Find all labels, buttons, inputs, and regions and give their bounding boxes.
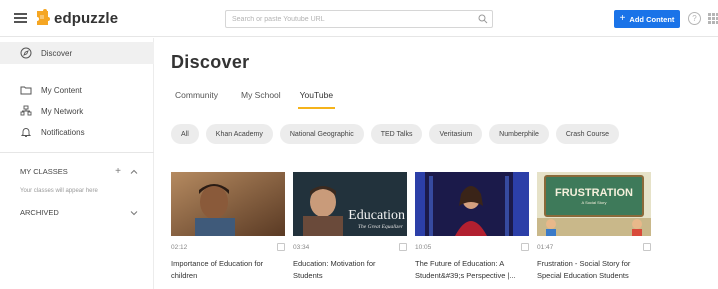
video-card[interactable]: 02:12 Importance of Education for childr… [171, 172, 285, 284]
chip-national-geographic[interactable]: National Geographic [279, 124, 364, 144]
video-duration: 02:12 [171, 243, 188, 251]
chip-numberphile[interactable]: Numberphile [489, 124, 549, 144]
top-bar: edpuzzle + Add Content ? [0, 0, 718, 37]
video-title[interactable]: Frustration - Social Story for Special E… [537, 258, 651, 282]
add-content-button[interactable]: + Add Content [614, 10, 680, 28]
puzzle-logo-icon [37, 9, 50, 25]
apps-grid-icon[interactable] [708, 13, 718, 24]
menu-icon[interactable] [14, 13, 27, 23]
sidebar: Discover My Content My Network Notificat… [0, 38, 154, 289]
select-checkbox[interactable] [277, 243, 285, 251]
help-icon[interactable]: ? [688, 12, 701, 25]
video-duration: 10:05 [415, 243, 432, 251]
video-thumbnail[interactable]: FRUSTRATION A Social Story [537, 172, 651, 236]
video-card[interactable]: Education The Great Equalizer 03:34 Educ… [293, 172, 407, 284]
compass-icon [20, 47, 32, 59]
boy-portrait-image [171, 172, 285, 236]
video-title[interactable]: The Future of Education: A Student&#39;s… [415, 258, 529, 282]
network-icon [20, 105, 32, 116]
select-checkbox[interactable] [521, 243, 529, 251]
video-duration: 03:34 [293, 243, 310, 251]
tab-youtube[interactable]: YouTube [297, 90, 336, 110]
my-classes-header: MY CLASSES + [20, 166, 138, 177]
add-content-label: Add Content [629, 14, 675, 24]
video-thumbnail[interactable] [171, 172, 285, 236]
source-tabs: Community My School YouTube [175, 90, 336, 110]
sidebar-item-label: My Network [41, 106, 84, 116]
classes-empty-text: Your classes will appear here [20, 188, 98, 194]
sidebar-item-notifications[interactable]: Notifications [0, 121, 154, 143]
video-title[interactable]: Importance of Education for children [171, 258, 285, 282]
sidebar-divider [0, 152, 154, 153]
sidebar-item-label: Discover [41, 48, 73, 58]
chip-veritasium[interactable]: Veritasium [429, 124, 483, 144]
video-duration: 01:47 [537, 243, 554, 251]
chip-all[interactable]: All [171, 124, 199, 144]
page-title: Discover [171, 52, 250, 72]
brand-name: edpuzzle [54, 9, 119, 27]
archived-toggle[interactable]: ARCHIVED [20, 208, 138, 217]
thumbnail-caption: Education [348, 208, 405, 223]
tab-my-school[interactable]: My School [241, 90, 281, 110]
thumbnail-subcaption: A Social Story [582, 200, 607, 205]
thumbnail-caption: FRUSTRATION [555, 187, 633, 199]
chip-ted-talks[interactable]: TED Talks [370, 124, 423, 144]
sidebar-item-discover[interactable]: Discover [0, 42, 154, 64]
add-class-icon[interactable]: + [115, 166, 121, 177]
channel-filter-chips: All Khan Academy National Geographic TED… [171, 124, 620, 144]
archived-label: ARCHIVED [20, 208, 59, 217]
video-thumbnail[interactable]: Education The Great Equalizer [293, 172, 407, 236]
video-thumbnail[interactable] [415, 172, 529, 236]
search-icon[interactable] [478, 14, 488, 24]
select-checkbox[interactable] [399, 243, 407, 251]
frustration-thumbnail-image: FRUSTRATION A Social Story [537, 172, 651, 236]
sidebar-item-my-network[interactable]: My Network [0, 100, 154, 122]
education-thumbnail-image: Education The Great Equalizer [293, 172, 407, 236]
search-input[interactable] [225, 10, 493, 28]
plus-icon: + [619, 13, 626, 24]
chip-khan-academy[interactable]: Khan Academy [205, 124, 273, 144]
my-classes-title: MY CLASSES [20, 167, 68, 176]
folder-icon [20, 86, 32, 95]
thumbnail-subcaption: The Great Equalizer [358, 224, 404, 230]
logo[interactable]: edpuzzle [34, 9, 118, 27]
bell-icon [20, 128, 32, 137]
sidebar-item-my-content[interactable]: My Content [0, 79, 154, 101]
chevron-up-icon[interactable] [130, 168, 138, 176]
sidebar-item-label: Notifications [41, 127, 85, 137]
select-checkbox[interactable] [643, 243, 651, 251]
ted-speaker-image [415, 172, 529, 236]
video-title[interactable]: Education: Motivation for Students [293, 258, 407, 282]
tab-community[interactable]: Community [175, 90, 218, 110]
video-card[interactable]: 10:05 The Future of Education: A Student… [415, 172, 529, 284]
sidebar-item-label: My Content [41, 85, 82, 95]
chip-crash-course[interactable]: Crash Course [555, 124, 620, 144]
chevron-down-icon [130, 210, 138, 215]
video-card[interactable]: FRUSTRATION A Social Story 01:47 Frustra… [537, 172, 651, 284]
